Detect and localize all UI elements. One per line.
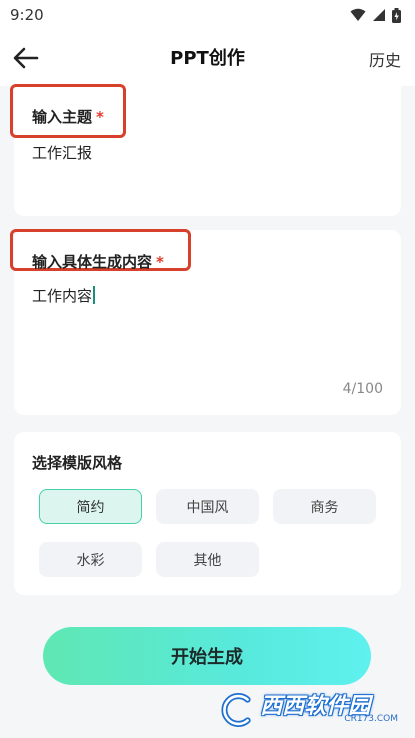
style-option-other[interactable]: 其他 xyxy=(156,542,259,577)
required-mark: * xyxy=(156,253,164,271)
content-label-text: 输入具体生成内容 xyxy=(32,253,153,271)
watermark-c-icon xyxy=(221,693,251,727)
watermark-text-group: 西西软件园 CR173.COM xyxy=(256,696,398,725)
watermark-subtext: CR173.COM xyxy=(344,714,398,724)
status-icons xyxy=(350,7,401,23)
content-input-value: 工作内容 xyxy=(32,287,93,305)
topic-label: 输入主题 * xyxy=(32,106,104,127)
top-app-bar: PPT创作 历史 xyxy=(0,30,415,86)
content-label: 输入具体生成内容 * xyxy=(32,251,164,272)
watermark-logo: 西西软件园 CR173.COM xyxy=(218,688,398,732)
required-mark: * xyxy=(96,108,104,126)
battery-icon xyxy=(392,7,401,23)
content-card: 输入具体生成内容 * 工作内容 4/100 xyxy=(10,229,401,415)
status-time: 9:20 xyxy=(10,6,44,24)
template-style-title: 选择模版风格 xyxy=(32,454,123,472)
start-generate-button[interactable]: 开始生成 xyxy=(43,627,371,685)
template-style-card: 选择模版风格 简约 中国风 商务 水彩 其他 xyxy=(14,432,401,595)
topic-input[interactable]: 工作汇报 xyxy=(32,142,382,202)
wifi-icon xyxy=(350,8,366,21)
char-counter: 4/100 xyxy=(342,381,383,397)
style-option-watercolor[interactable]: 水彩 xyxy=(39,542,142,577)
content-textarea[interactable]: 工作内容 xyxy=(32,285,382,375)
text-cursor xyxy=(93,286,96,304)
status-bar: 9:20 xyxy=(0,0,415,30)
page-title: PPT创作 xyxy=(170,48,245,69)
topic-label-text: 输入主题 xyxy=(32,108,93,126)
style-option-simple[interactable]: 简约 xyxy=(39,489,142,524)
topic-input-value: 工作汇报 xyxy=(32,144,93,162)
signal-icon xyxy=(373,9,385,21)
topic-card: 输入主题 * 工作汇报 xyxy=(10,84,401,216)
history-button[interactable]: 历史 xyxy=(369,47,401,71)
style-option-business[interactable]: 商务 xyxy=(273,489,376,524)
style-option-chinese[interactable]: 中国风 xyxy=(156,489,259,524)
